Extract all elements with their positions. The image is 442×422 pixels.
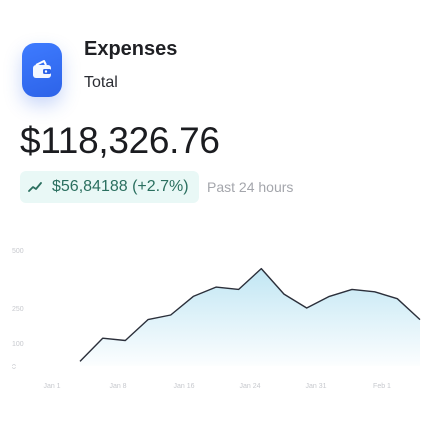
y-tick-label: 0 <box>12 364 16 371</box>
app-icon <box>22 43 62 97</box>
y-tick-label: 100 <box>12 341 24 348</box>
y-tick-label: 250 <box>12 306 24 313</box>
x-tick-label: Feb 1 <box>373 383 391 390</box>
area-fill <box>80 268 420 366</box>
y-tick-label: 500 <box>12 248 24 255</box>
area-chart: 0 100 250 500 Jan 1 Jan 8 Jan 16 Jan 24 Jan 31 Fe… <box>0 248 442 390</box>
trend-up-icon <box>28 180 42 194</box>
page-subtitle: Total <box>84 74 118 91</box>
baseline <box>0 366 442 367</box>
x-tick-label: Jan 16 <box>173 383 194 390</box>
period-label: Past 24 hours <box>207 179 294 195</box>
wallet-icon <box>33 60 51 78</box>
total-amount: $118,326.76 <box>20 120 220 161</box>
x-tick-label: Jan 1 <box>43 383 60 390</box>
change-value: $56,84188 (+2.7%) <box>52 178 189 195</box>
x-tick-label: Jan 24 <box>239 383 260 390</box>
change-badge: $56,84188 (+2.7%) <box>20 171 199 203</box>
x-tick-label: Jan 31 <box>305 383 326 390</box>
x-tick-label: Jan 8 <box>109 383 126 390</box>
page-title: Expenses <box>84 38 178 60</box>
expenses-chart: 0 100 250 500 Jan 1 Jan 8 Jan 16 Jan 24 Jan 31 Fe… <box>0 240 442 422</box>
